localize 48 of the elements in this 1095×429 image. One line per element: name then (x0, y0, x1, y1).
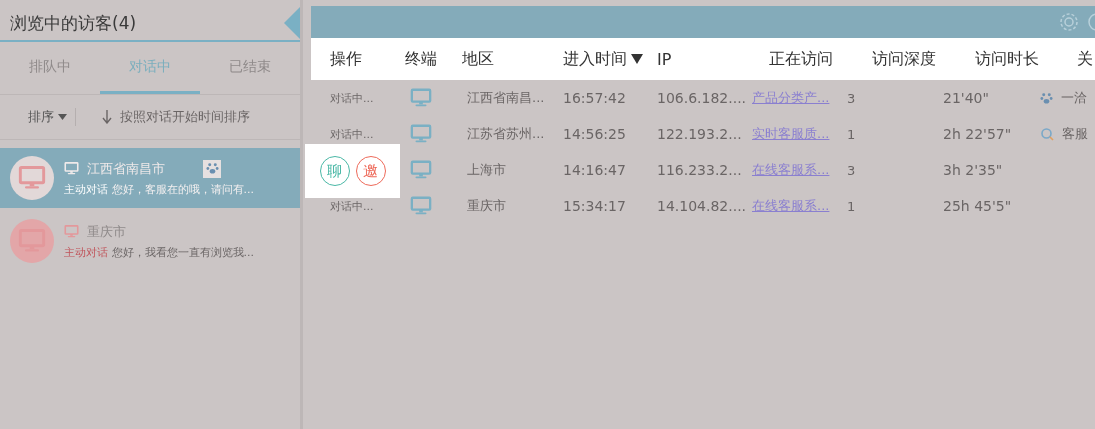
table-cell: 2h 22'57" (943, 126, 1012, 142)
sort-dropdown[interactable]: 排序 (28, 108, 67, 126)
tab[interactable]: 已结束 (200, 42, 300, 94)
column-header[interactable]: IP (657, 49, 672, 69)
visitor-region: 江西省南昌市 (87, 159, 165, 178)
table-cell: 江苏省苏州... (467, 125, 545, 143)
table-cell: 上海市 (467, 161, 506, 179)
table-cell: 14.104.82.... (657, 198, 747, 214)
page-link[interactable]: 在线客服系... (752, 161, 830, 179)
table-cell: 江西省南昌... (467, 89, 545, 107)
visitor-item[interactable]: 江西省南昌市 主动对话 您好，客服在的哦，请问有... (0, 148, 300, 208)
column-header[interactable]: 访问时长 (975, 48, 1039, 70)
chat-button[interactable]: 聊 (319, 156, 350, 186)
table-cell: 16:57:42 (563, 90, 626, 106)
table-cell: 25h 45'5" (943, 198, 1012, 214)
status-text: 对话中... (330, 90, 374, 106)
page-link[interactable]: 实时客服质... (752, 125, 830, 143)
panel-title: 浏览中的访客(4) (9, 11, 137, 35)
column-header[interactable]: 进入时间 (563, 48, 627, 70)
table-cell: 3 (847, 90, 856, 106)
status-text: 对话中... (330, 198, 374, 214)
status-text: 对话中... (330, 126, 374, 142)
page-link[interactable]: 在线客服系... (752, 197, 830, 215)
table-cell: 1 (847, 198, 856, 214)
table-cell: 15:34:17 (563, 198, 626, 214)
table-cell: 重庆市 (467, 197, 506, 215)
table-cell: 106.6.182.... (657, 90, 747, 106)
visitor-message: 主动对话 您好，我看您一直有浏览我... (64, 244, 254, 260)
table-cell: 3 (847, 162, 856, 178)
table-cell: 122.193.2... (657, 126, 742, 142)
tab[interactable]: 排队中 (0, 42, 100, 94)
visitor-message: 主动对话 您好，客服在的哦，请问有... (64, 181, 254, 197)
table-cell: 21'40" (943, 90, 989, 106)
column-header[interactable]: 地区 (462, 48, 494, 70)
table-cell: 客服 (1062, 125, 1088, 143)
table-cell: 14:16:47 (563, 162, 626, 178)
page-link[interactable]: 产品分类产... (752, 89, 830, 107)
column-header[interactable]: 访问深度 (872, 48, 936, 70)
table-cell: 116.233.2... (657, 162, 742, 178)
column-header[interactable]: 终端 (405, 48, 437, 70)
table-cell: 3h 2'35" (943, 162, 1003, 178)
table-cell: 1 (847, 126, 856, 142)
column-header[interactable]: 关 (1077, 48, 1093, 70)
table-cell: 14:56:25 (563, 126, 626, 142)
column-header[interactable]: 操作 (330, 48, 362, 70)
invite-button[interactable]: 邀 (355, 156, 386, 186)
column-header[interactable]: 正在访问 (769, 48, 833, 70)
sort-hint[interactable]: 按照对话开始时间排序 (120, 108, 250, 126)
